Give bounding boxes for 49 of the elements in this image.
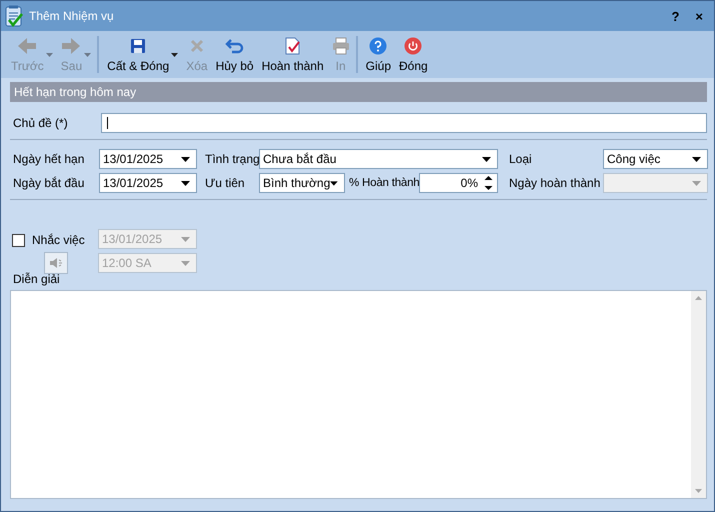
printer-icon bbox=[332, 37, 350, 55]
dropdown-arrow-icon bbox=[330, 180, 338, 186]
dropdown-arrow-icon bbox=[692, 156, 701, 162]
left-arrow-icon bbox=[17, 37, 38, 55]
close-button[interactable]: × bbox=[690, 8, 708, 24]
field-label: Chủ đề (*) bbox=[12, 116, 69, 130]
toolbar-button[interactable]: Cất & Đóng bbox=[97, 36, 174, 73]
window-title: Thêm Nhiệm vụ bbox=[29, 9, 114, 23]
field-label: Ngày hết hạn bbox=[13, 152, 86, 166]
dropdown-arrow-icon bbox=[181, 180, 190, 186]
up-down-arrows-icon bbox=[484, 174, 493, 192]
field-label: % Hoàn thành bbox=[349, 177, 419, 189]
field-label: Tình trạng bbox=[205, 152, 259, 166]
up-arrow-icon bbox=[695, 296, 702, 300]
scrollbar[interactable] bbox=[691, 291, 706, 498]
dropdown-arrow-icon bbox=[181, 156, 190, 162]
toolbar-button[interactable]: Giúp bbox=[356, 36, 396, 73]
undo-arrow-icon bbox=[224, 38, 245, 54]
toolbar-button[interactable]: Đóng bbox=[395, 36, 432, 73]
status-banner: Hết hạn trong hôm nay bbox=[10, 82, 707, 102]
field-label: Diễn giải bbox=[12, 272, 61, 286]
percent-spinner[interactable]: 0% bbox=[419, 173, 498, 193]
description-field[interactable] bbox=[10, 290, 707, 499]
dropdown-arrow-icon bbox=[482, 156, 491, 162]
document-check-icon bbox=[284, 37, 301, 55]
toolbar-button[interactable]: Hoàn thành bbox=[258, 36, 328, 73]
dropdown-arrow-icon bbox=[181, 236, 190, 242]
field-label: Loại bbox=[509, 152, 533, 166]
right-arrow-icon bbox=[61, 37, 82, 55]
x-icon bbox=[190, 39, 204, 53]
date-picker[interactable]: 13/01/2025 bbox=[99, 149, 197, 169]
date-picker[interactable]: 13/01/2025 bbox=[99, 173, 197, 193]
field-label: Ngày hoàn thành bbox=[509, 176, 602, 190]
down-arrow-icon bbox=[695, 489, 702, 493]
help-icon bbox=[369, 37, 388, 55]
subject-field[interactable] bbox=[101, 113, 707, 133]
help-button[interactable]: ? bbox=[666, 8, 684, 24]
dropdown-arrow-icon[interactable] bbox=[171, 52, 178, 56]
dropdown[interactable]: Chưa bắt đầu bbox=[259, 149, 498, 169]
checklist-icon bbox=[5, 5, 23, 27]
speaker-icon bbox=[49, 257, 63, 269]
field-label: Ưu tiên bbox=[205, 176, 246, 190]
power-icon bbox=[404, 37, 422, 55]
dropdown[interactable]: Bình thường bbox=[259, 173, 345, 193]
dropdown[interactable]: Công việc bbox=[603, 149, 708, 169]
dropdown-arrow-icon bbox=[181, 260, 190, 266]
dropdown-arrow-icon bbox=[692, 180, 701, 186]
toolbar-button[interactable]: Hủy bỏ bbox=[212, 36, 258, 73]
field-label: Ngày bắt đầu bbox=[13, 176, 86, 190]
